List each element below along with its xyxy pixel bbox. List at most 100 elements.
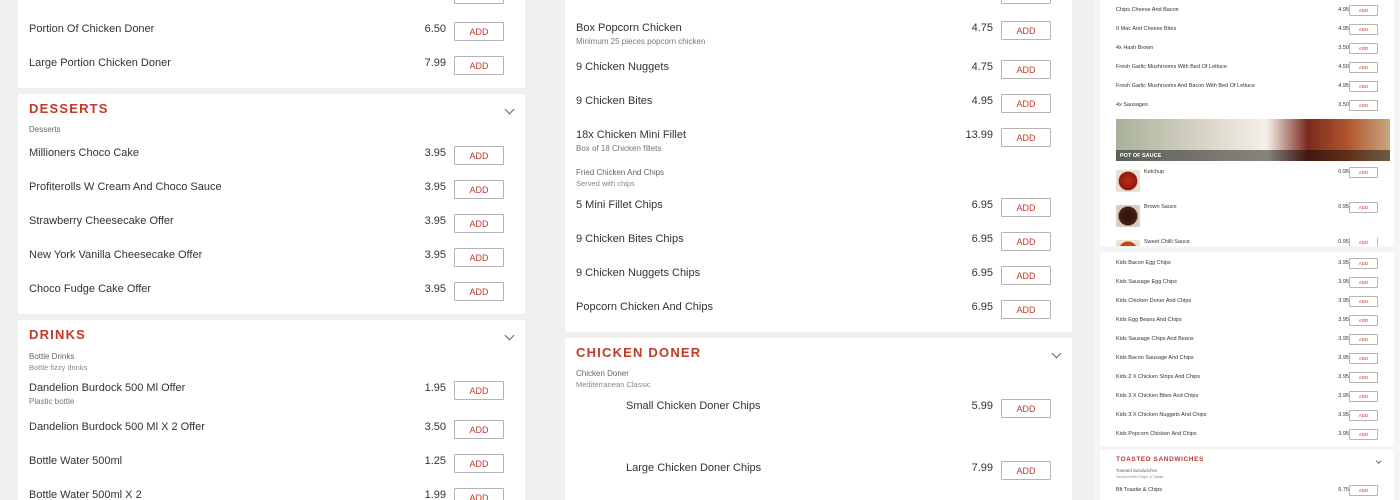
section-title[interactable]: Drinks	[29, 327, 86, 342]
add-button[interactable]: ADD	[1001, 232, 1051, 251]
add-button[interactable]: ADD	[1001, 60, 1051, 79]
chevron-down-icon[interactable]	[1375, 458, 1381, 464]
add-button[interactable]: ADD	[1349, 296, 1378, 307]
add-button[interactable]: ADD	[1001, 399, 1051, 418]
ketchup-thumbnail	[1116, 170, 1140, 192]
add-button[interactable]: ADD	[454, 248, 504, 267]
add-button[interactable]: ADD	[1349, 24, 1378, 35]
section-title[interactable]: Chicken Doner	[576, 345, 701, 360]
add-button[interactable]: ADD	[454, 56, 504, 75]
menu-item: Brown Sauce 0.95 ADD	[1116, 202, 1394, 229]
item-price: 3.95	[1338, 260, 1349, 266]
add-button[interactable]: ADD	[454, 146, 504, 165]
menu-item: Choco Fudge Cake Offer 3.95 ADD	[29, 282, 514, 305]
add-button[interactable]: ADD	[1349, 5, 1378, 16]
chevron-down-icon[interactable]	[504, 104, 515, 115]
menu-item: Kids 3 X Chicken Nuggets And Chips 3.95 …	[1116, 410, 1394, 423]
menu-item: Dandelion Burdock 500 Ml Offer Plastic b…	[29, 381, 514, 406]
add-button[interactable]: ADD	[454, 488, 504, 500]
add-button[interactable]: ADD	[454, 214, 504, 233]
item-price: 7.99	[971, 462, 993, 474]
item-description: Minimum 25 pieces popcorn chicken	[576, 37, 706, 46]
add-button[interactable]: ADD	[454, 22, 504, 41]
item-name: Dandelion Burdock 500 Ml X 2 Offer	[29, 421, 205, 433]
menu-item: 18x Chicken Mini Fillet Box of 18 Chicke…	[576, 128, 1061, 153]
item-description: Box of 18 Chicken fillets	[576, 144, 662, 153]
item-name: Popcorn Chicken And Chips	[576, 301, 713, 313]
item-name: Chips Cheese And Bacon	[1116, 7, 1179, 13]
add-button[interactable]: ADD	[1001, 21, 1051, 40]
add-button[interactable]: ADD	[1349, 429, 1378, 440]
add-button[interactable]: ADD	[1001, 0, 1051, 4]
item-price: 4.75	[971, 61, 993, 73]
item-name: 4x Sausages	[1116, 102, 1148, 108]
menu-item: Large Portion Chicken Doner 7.99 ADD	[29, 56, 514, 79]
sweet-chilli-thumbnail	[1116, 240, 1140, 246]
add-button[interactable]: ADD	[1349, 62, 1378, 73]
add-button[interactable]: ADD	[1349, 353, 1378, 364]
item-name: Kids 2 X Chicken Strips And Chips	[1116, 374, 1201, 380]
add-button[interactable]: ADD	[1001, 461, 1051, 480]
add-button[interactable]: ADD	[454, 420, 504, 439]
drinks-card: Drinks Bottle Drinks Bottle fizzy drinks…	[18, 320, 525, 500]
item-price: 6.95	[971, 301, 993, 313]
add-button[interactable]: ADD	[1349, 167, 1378, 178]
add-button[interactable]: ADD	[454, 454, 504, 473]
menu-item: ADD	[576, 0, 1061, 8]
add-button[interactable]: ADD	[454, 381, 504, 400]
item-name: Large Chicken Doner Chips	[626, 462, 762, 474]
add-button[interactable]: ADD	[1349, 485, 1378, 496]
add-button[interactable]: ADD	[1349, 372, 1378, 383]
add-button[interactable]: ADD	[1001, 300, 1051, 319]
item-price: 3.95	[1338, 374, 1349, 380]
add-button[interactable]: ADD	[1349, 238, 1378, 246]
add-button[interactable]: ADD	[1349, 81, 1378, 92]
item-price: 3.95	[424, 147, 446, 159]
chevron-down-icon[interactable]	[1051, 348, 1062, 359]
menu-item: Blt Toastie & Chips 6.75 ADD	[1116, 485, 1394, 498]
item-name: Small Chicken Doner Chips	[626, 400, 761, 412]
add-button[interactable]: ADD	[1349, 202, 1378, 213]
chevron-down-icon[interactable]	[504, 330, 515, 341]
item-price: 3.50	[1338, 45, 1349, 51]
menu-item: Fresh Garlic Mushrooms With Bed Of Lettu…	[1116, 62, 1394, 75]
add-button[interactable]: ADD	[1001, 94, 1051, 113]
add-button[interactable]: ADD	[1349, 391, 1378, 402]
menu-item: Large Chicken Doner Chips 7.99 ADD	[626, 461, 1061, 484]
extras-card: Chips Cheese And Bacon 4.95 ADD 9 Mac An…	[1100, 0, 1394, 246]
item-name: Kids Bacon Egg Chips	[1116, 260, 1171, 266]
menu-item: Kids Sausage Egg Chips 3.95 ADD	[1116, 277, 1394, 290]
add-button[interactable]: ADD	[1349, 277, 1378, 288]
add-button[interactable]: ADD	[1001, 198, 1051, 217]
add-button[interactable]: ADD	[1349, 258, 1378, 269]
add-button[interactable]: ADD	[1349, 43, 1378, 54]
item-name: Kids Sausage Egg Chips	[1116, 279, 1177, 285]
item-price: 3.95	[1338, 431, 1349, 437]
add-button[interactable]: ADD	[1349, 410, 1378, 421]
add-button[interactable]: ADD	[454, 282, 504, 301]
category-name: Bottle Drinks	[29, 352, 75, 361]
category-label: Desserts	[29, 125, 61, 134]
category-name: Fried Chicken And Chips	[576, 168, 665, 177]
section-title[interactable]: Desserts	[29, 101, 109, 116]
add-button[interactable]: ADD	[454, 180, 504, 199]
item-name: Blt Toastie & Chips	[1116, 487, 1163, 493]
item-name: Sweet Chilli Sauce	[1144, 239, 1190, 245]
menu-item: Sweet Chilli Sauce 0.95 ADD	[1116, 238, 1394, 246]
menu-item: Strawberry Cheesecake Offer 3.95 ADD	[29, 214, 514, 237]
add-button[interactable]: ADD	[1349, 334, 1378, 345]
section-title[interactable]: Toasted Sandwiches	[1116, 456, 1204, 463]
item-name: Kids Popcorn Chicken And Chips	[1116, 431, 1197, 437]
add-button[interactable]: ADD	[1001, 128, 1051, 147]
add-button[interactable]: ADD	[1349, 100, 1378, 111]
item-price: 3.95	[1338, 355, 1349, 361]
add-button[interactable]: ADD	[1349, 315, 1378, 326]
menu-item: 9 Chicken Bites Chips 6.95 ADD	[576, 232, 1061, 255]
item-name: 9 Chicken Nuggets Chips	[576, 267, 701, 279]
menu-item: Fresh Garlic Mushrooms And Bacon With Be…	[1116, 81, 1394, 94]
add-button[interactable]: ADD	[454, 0, 504, 4]
menu-item: 4x Sausages 3.50 ADD	[1116, 100, 1394, 113]
item-name: Box Popcorn Chicken	[576, 22, 682, 34]
add-button[interactable]: ADD	[1001, 266, 1051, 285]
category-name: Chicken Doner	[576, 369, 629, 378]
